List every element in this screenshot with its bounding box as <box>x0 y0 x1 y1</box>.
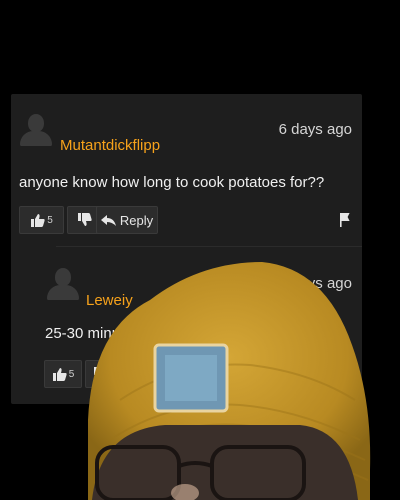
reply-label: Reply <box>153 366 188 382</box>
reply-arrow-icon <box>134 368 150 380</box>
comment: Mutantdickflipp 6 days ago anyone know h… <box>11 94 362 244</box>
comment-username[interactable]: Leweiy <box>86 292 133 309</box>
reply-button[interactable]: Reply <box>96 206 158 234</box>
flag-icon <box>339 213 351 227</box>
comment-timestamp: 6 days ago <box>278 121 352 138</box>
comment-text: anyone know how long to cook potatoes fo… <box>19 174 325 191</box>
downvote-button[interactable] <box>85 360 115 388</box>
flag-button[interactable] <box>331 206 359 234</box>
avatar-icon <box>46 268 80 302</box>
avatar-icon <box>19 114 53 148</box>
comment-text: 25-30 minute <box>45 325 133 342</box>
thumbs-down-icon <box>77 213 92 227</box>
upvote-button[interactable]: 5 <box>44 360 82 388</box>
comment-timestamp: days ago <box>291 275 352 292</box>
thumbs-up-icon <box>30 213 45 227</box>
thumbs-down-icon <box>93 367 108 381</box>
comment-username[interactable]: Mutantdickflipp <box>60 137 160 154</box>
upvote-count: 5 <box>68 368 75 380</box>
upvote-button[interactable]: 5 <box>19 206 64 234</box>
thumbs-up-icon <box>52 367 67 381</box>
comments-panel: Mutantdickflipp 6 days ago anyone know h… <box>11 94 362 404</box>
reply-arrow-icon <box>100 214 116 226</box>
upvote-count: 5 <box>47 214 53 226</box>
reply-label: Reply <box>119 212 154 228</box>
comment-reply: Leweiy days ago 25-30 minute 5 Reply <box>11 246 362 404</box>
reply-button[interactable]: Reply <box>131 360 191 388</box>
